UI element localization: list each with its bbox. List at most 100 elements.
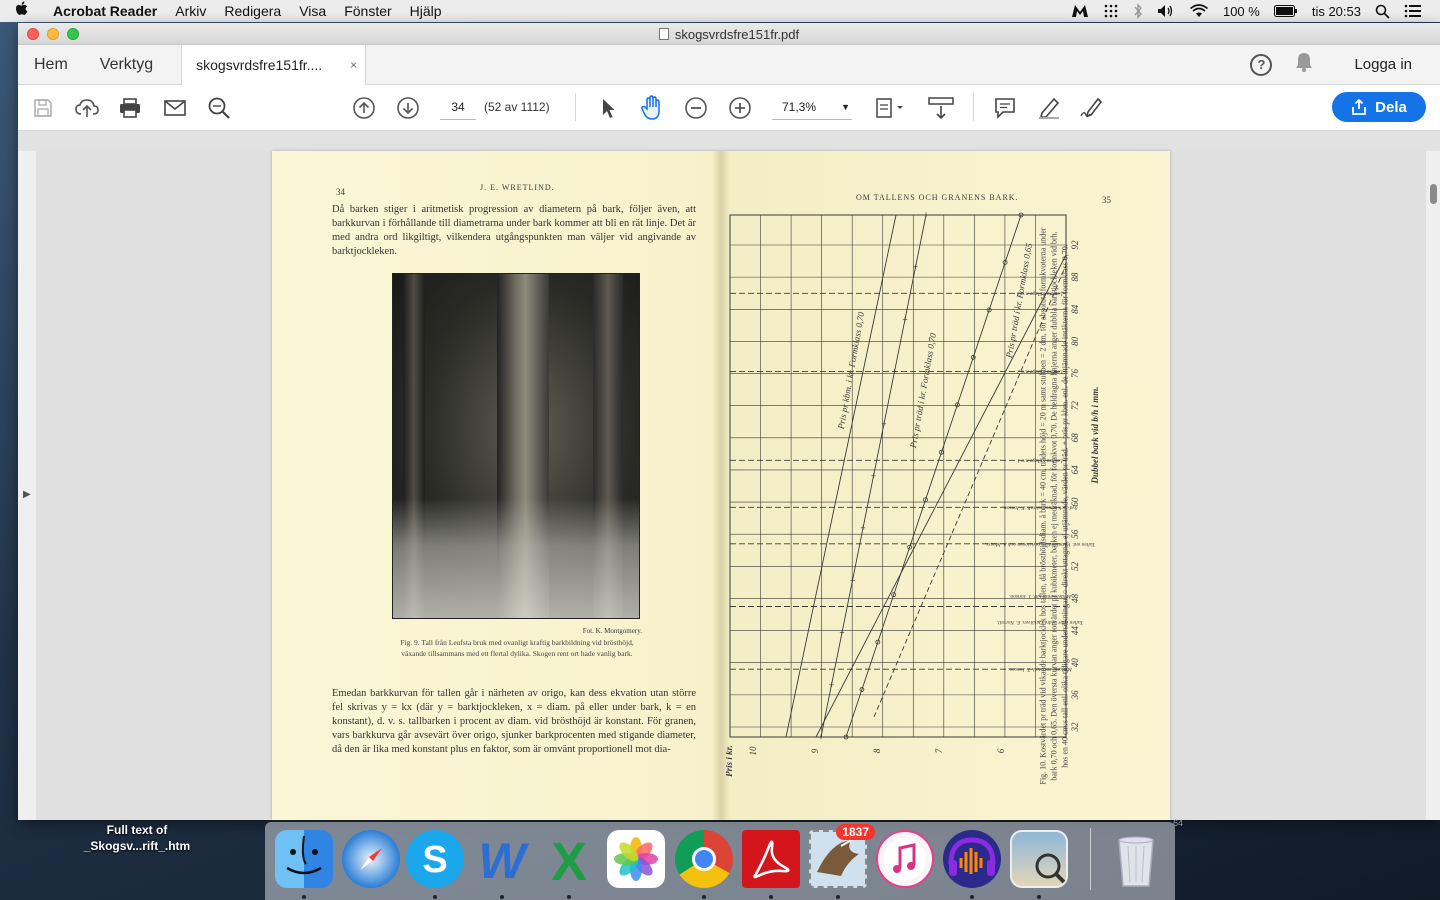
running-indicator (302, 895, 306, 899)
tick-label: 56 (1070, 529, 1080, 539)
running-indicator (702, 895, 706, 899)
apple-menu-icon[interactable] (0, 1, 44, 21)
scroll-mode-icon[interactable] (926, 95, 956, 121)
close-tab-icon[interactable]: × (350, 58, 357, 72)
excel-icon[interactable]: X (540, 830, 598, 892)
svg-text:S: S (422, 839, 447, 881)
tab-hem[interactable]: Hem (18, 45, 84, 85)
price-tick-label: 10 (748, 746, 758, 756)
data-point-plus: + (923, 210, 928, 220)
sign-icon[interactable] (1079, 95, 1105, 121)
highlight-pen-icon[interactable] (1036, 95, 1062, 121)
tick-label: 64 (1070, 465, 1080, 475)
pdf-document-icon (658, 28, 669, 40)
desktop-file-label[interactable]: Full text of _Skogsv...rift_.htm (78, 822, 196, 854)
menu-arkiv[interactable]: Arkiv (166, 3, 215, 19)
data-point-plus: + (902, 314, 907, 324)
menu-fonster[interactable]: Fönster (335, 3, 400, 19)
hand-tool-icon[interactable] (639, 95, 665, 121)
acrobat-reader-icon[interactable] (742, 830, 800, 888)
pdf-page-spread[interactable]: 34 J. E. WRETLIND. Då barken stiger i ar… (272, 151, 1170, 820)
window-title: skogsvrdsfre151fr.pdf (18, 27, 1440, 42)
forest-photo (392, 273, 640, 619)
running-indicator (1037, 895, 1041, 899)
menu-bar: Acrobat Reader Arkiv Redigera Visa Fönst… (0, 0, 1440, 22)
comment-icon[interactable] (992, 95, 1018, 121)
upload-cloud-icon[interactable] (74, 95, 100, 121)
app-menu[interactable]: Acrobat Reader (44, 3, 166, 19)
trash-icon[interactable] (1107, 830, 1165, 888)
save-icon[interactable] (30, 95, 56, 121)
vertical-scrollbar[interactable] (1426, 151, 1440, 820)
tick-label: 84 (1070, 304, 1080, 314)
price-axis-label: Pris i kr. (726, 745, 734, 777)
previous-page-icon[interactable] (351, 95, 377, 121)
finder-icon[interactable] (275, 830, 333, 888)
data-point-plus: + (871, 471, 876, 481)
battery-percent: 100 % (1222, 3, 1260, 19)
notification-center-icon[interactable] (1404, 4, 1422, 18)
malwarebytes-icon[interactable] (1071, 4, 1089, 18)
page-count: (52 av 1112) (484, 100, 550, 114)
figure-caption: Fig. 10. Kostvärdet pr träd vid vikande … (1038, 227, 1070, 785)
tab-document[interactable]: skogsvrdsfre151fr.... × (181, 44, 367, 85)
price-tick-label: 9 (810, 748, 820, 753)
mail-icon[interactable]: 1837 (809, 824, 875, 888)
zoom-level-select[interactable]: 71,3% ▼ (772, 94, 852, 120)
page-view-mode-icon[interactable] (873, 95, 909, 121)
photos-icon[interactable] (607, 830, 665, 888)
svg-text:W: W (478, 833, 529, 888)
scrollbar-thumb[interactable] (1430, 184, 1437, 204)
running-indicator (433, 895, 437, 899)
data-point-plus: + (913, 262, 918, 272)
bark-price-figure: 32364044485256606468727680848892Leufsta … (726, 210, 1100, 777)
itunes-icon[interactable] (876, 830, 934, 888)
chrome-icon[interactable] (675, 830, 733, 888)
menu-visa[interactable]: Visa (290, 3, 335, 19)
menu-hjalp[interactable]: Hjälp (401, 3, 451, 19)
page-number-input[interactable]: 34 (440, 94, 476, 120)
select-tool-icon[interactable] (595, 95, 621, 121)
skype-icon[interactable]: S (406, 830, 464, 888)
dock-separator (1090, 828, 1091, 890)
word-icon[interactable]: W (473, 830, 531, 889)
help-icon[interactable]: ? (1250, 53, 1273, 76)
price-tick-label: 6 (996, 748, 1006, 753)
pdf-page-34: 34 J. E. WRETLIND. Då barken stiger i ar… (272, 151, 720, 820)
data-point-plus: + (881, 419, 886, 429)
preview-icon[interactable] (1010, 830, 1068, 888)
volume-icon[interactable] (1157, 4, 1175, 18)
login-link[interactable]: Logga in (1336, 56, 1412, 73)
audacity-icon[interactable] (943, 830, 1001, 888)
figure-caption: Fig. 9. Tall från Leufsta bruk med ovanl… (400, 638, 634, 658)
zoom-in-icon[interactable] (727, 95, 753, 121)
toolbar-divider (575, 93, 576, 121)
battery-icon[interactable] (1273, 5, 1298, 17)
search-zoom-icon[interactable] (206, 95, 232, 121)
next-page-icon[interactable] (395, 95, 421, 121)
wifi-icon[interactable] (1189, 4, 1209, 18)
tick-label: 32 (1070, 722, 1080, 733)
pdf-page-35: OM TALLENS OCH GRANENS BARK. 35 32 36 40 44… (722, 151, 1170, 820)
grid-status-icon[interactable] (1103, 3, 1119, 19)
email-icon[interactable] (162, 95, 188, 121)
left-panel-toggle[interactable]: ▶ (18, 151, 36, 820)
zoom-out-icon[interactable] (683, 95, 709, 121)
clock[interactable]: tis 20:53 (1312, 4, 1361, 19)
spotlight-search-icon[interactable] (1375, 4, 1390, 19)
document-viewport[interactable]: ▶ 34 J. E. WRETLIND. Då barken stiger i … (18, 151, 1440, 820)
print-icon[interactable] (117, 95, 143, 121)
safari-icon[interactable] (342, 830, 400, 888)
share-button[interactable]: Dela (1332, 92, 1426, 122)
line-label: Pris pr träd i kr. Formklass 0,70 (908, 332, 938, 450)
paragraph: Emedan barkkurvan för tallen går i närhe… (332, 688, 696, 755)
expand-panel-icon: ▶ (23, 489, 31, 500)
title-bar[interactable]: skogsvrdsfre151fr.pdf (18, 23, 1440, 45)
tab-verktyg[interactable]: Verktyg (84, 45, 169, 85)
notifications-bell-icon[interactable] (1294, 51, 1314, 78)
tick-label: 80 (1070, 336, 1080, 346)
running-indicator (970, 895, 974, 899)
menu-redigera[interactable]: Redigera (215, 3, 290, 19)
data-point-plus: + (818, 732, 823, 742)
bluetooth-icon[interactable] (1133, 3, 1143, 19)
